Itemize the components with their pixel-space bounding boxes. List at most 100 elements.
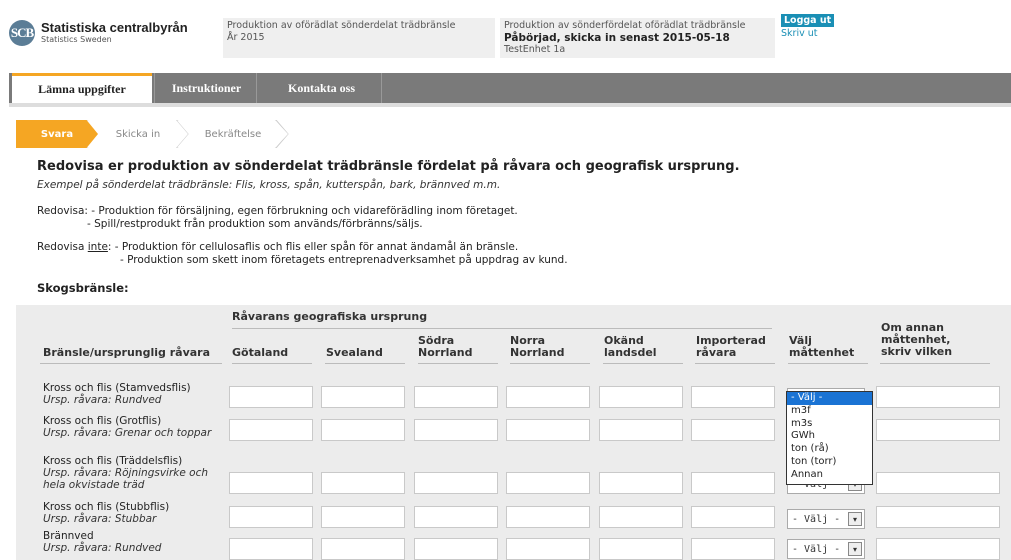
input-traddelsflis-okand[interactable] (599, 472, 683, 494)
input-grotflis-svealand[interactable] (321, 419, 405, 441)
row-sub: Ursp. råvara: Grenar och toppar (43, 427, 212, 439)
input-stubbflis-sodra-norrland[interactable] (414, 506, 498, 528)
org-name: Statistiska centralbyrån (41, 20, 188, 35)
section-title: Skogsbränsle: (37, 281, 129, 295)
input-traddelsflis-sodra-norrland[interactable] (414, 472, 498, 494)
dropdown-option-gwh[interactable]: GWh (787, 430, 872, 443)
header-underline (325, 363, 405, 364)
logout-button[interactable]: Logga ut (781, 14, 835, 27)
inte-prefix: Redovisa (37, 241, 88, 253)
col-header-annan: Om annan måttenhet, skriv vilken (881, 321, 953, 358)
col-header-valj-mattenhet: Välj måttenhet (789, 334, 855, 359)
header-underline (788, 363, 868, 364)
instructions: Redovisa er produktion av sönderdelat tr… (37, 159, 997, 295)
row-label-grotflis: Kross och flis (Grotflis) Ursp. råvara: … (43, 415, 223, 439)
input-stubbflis-svealand[interactable] (321, 506, 405, 528)
redovisa-line-2: - Spill/restprodukt från produktion som … (87, 218, 423, 230)
status-info-box: Produktion av sönderfördelat oförädlat t… (500, 18, 775, 58)
nav-underline (9, 103, 1011, 107)
unit-dropdown-list: - Välj - m3f m3s GWh ton (rå) ton (torr)… (786, 391, 873, 485)
group-underline (232, 328, 772, 329)
scb-logo-mark: SCB (9, 20, 35, 46)
chevron-down-icon[interactable]: ▾ (848, 542, 862, 556)
input-stamvedsflis-svealand[interactable] (321, 386, 405, 408)
dropdown-option-m3s[interactable]: m3s (787, 418, 872, 431)
row-name: Kross och flis (Grotflis) (43, 415, 162, 427)
select-value: - Välj - (792, 543, 841, 555)
tab-lamna-uppgifter[interactable]: Lämna uppgifter (12, 73, 152, 103)
input-brannved-annan[interactable] (876, 538, 1000, 560)
nav-divider (154, 73, 155, 103)
input-stamvedsflis-gotaland[interactable] (229, 386, 313, 408)
print-link[interactable]: Skriv ut (781, 28, 817, 39)
header-underline (418, 363, 498, 364)
unit-select-stubbflis[interactable]: - Välj - ▾ (787, 509, 865, 529)
chevron-down-icon[interactable]: ▾ (848, 512, 862, 526)
input-stamvedsflis-sodra-norrland[interactable] (414, 386, 498, 408)
input-stubbflis-gotaland[interactable] (229, 506, 313, 528)
input-grotflis-importerad[interactable] (691, 419, 775, 441)
col-header-gotaland: Götaland (232, 346, 289, 359)
input-brannved-sodra-norrland[interactable] (414, 538, 498, 560)
row-sub: Ursp. råvara: Rundved (43, 542, 162, 554)
input-traddelsflis-importerad[interactable] (691, 472, 775, 494)
dropdown-option-ton-torr[interactable]: ton (torr) (787, 456, 872, 469)
row-sub: Ursp. råvara: Rundved (43, 394, 162, 406)
group-header: Råvarans geografiska ursprung (232, 310, 428, 323)
input-traddelsflis-annan[interactable] (876, 472, 1000, 494)
tab-kontakta-oss[interactable]: Kontakta oss (262, 73, 382, 103)
redovisa-inte-block: Redovisa inte: - Produktion för cellulos… (37, 241, 997, 267)
input-brannved-gotaland[interactable] (229, 538, 313, 560)
redovisa-line-1: - Produktion för försäljning, egen förbr… (91, 205, 518, 217)
row-name: Kross och flis (Träddelsflis) (43, 455, 183, 467)
dropdown-option-valj[interactable]: - Välj - (787, 392, 872, 405)
dropdown-option-ton-ra[interactable]: ton (rå) (787, 443, 872, 456)
select-value: - Välj - (792, 513, 841, 525)
survey-year: År 2015 (227, 32, 265, 43)
input-stamvedsflis-importerad[interactable] (691, 386, 775, 408)
row-label-stamvedsflis: Kross och flis (Stamvedsflis) Ursp. råva… (43, 382, 223, 406)
input-stubbflis-norra-norrland[interactable] (506, 506, 590, 528)
unit-name: TestEnhet 1a (504, 44, 566, 55)
input-brannved-norra-norrland[interactable] (506, 538, 590, 560)
input-grotflis-norra-norrland[interactable] (506, 419, 590, 441)
row-sub: Ursp. råvara: Röjningsvirke och hela okv… (43, 467, 209, 491)
input-grotflis-okand[interactable] (599, 419, 683, 441)
col-header-label: Bränsle/ursprunglig råvara (43, 346, 211, 359)
input-stubbflis-okand[interactable] (599, 506, 683, 528)
survey-info-box: Produktion av oförädlat sönderdelat träd… (223, 18, 495, 58)
unit-select-brannved[interactable]: - Välj - ▾ (787, 539, 865, 559)
redovisa-block: Redovisa: - Produktion för försäljning, … (37, 205, 997, 231)
input-traddelsflis-svealand[interactable] (321, 472, 405, 494)
input-stamvedsflis-annan[interactable] (876, 386, 1000, 408)
inte-line-2: - Produktion som skett inom företagets e… (120, 254, 568, 266)
input-stubbflis-annan[interactable] (876, 506, 1000, 528)
input-brannved-okand[interactable] (599, 538, 683, 560)
input-grotflis-annan[interactable] (876, 419, 1000, 441)
dropdown-option-m3f[interactable]: m3f (787, 405, 872, 418)
dropdown-option-annan[interactable]: Annan (787, 469, 872, 482)
scb-logo: SCB Statistiska centralbyrån Statistics … (9, 20, 188, 46)
col-header-okand-landsdel: Okänd landsdel (604, 334, 657, 359)
input-traddelsflis-gotaland[interactable] (229, 472, 313, 494)
col-header-sodra-norrland: Södra Norrland (418, 334, 473, 359)
inte-word: inte (87, 241, 108, 253)
input-brannved-importerad[interactable] (691, 538, 775, 560)
input-brannved-svealand[interactable] (321, 538, 405, 560)
input-grotflis-sodra-norrland[interactable] (414, 419, 498, 441)
example-text: Exempel på sönderdelat trädbränsle: Flis… (37, 179, 501, 191)
col-header-norra-norrland: Norra Norrland (510, 334, 565, 359)
input-stamvedsflis-norra-norrland[interactable] (506, 386, 590, 408)
inte-line-1: : - Produktion för cellulosaflis och fli… (107, 241, 519, 253)
step-bekraftelse: Bekräftelse (178, 120, 288, 148)
survey-name: Produktion av oförädlat sönderdelat träd… (227, 20, 456, 31)
input-stubbflis-importerad[interactable] (691, 506, 775, 528)
row-label-brannved: Brännved Ursp. råvara: Rundved (43, 530, 223, 554)
page-title: Redovisa er produktion av sönderdelat tr… (37, 159, 740, 174)
input-stamvedsflis-okand[interactable] (599, 386, 683, 408)
input-grotflis-gotaland[interactable] (229, 419, 313, 441)
col-header-importerad: Importerad råvara (696, 334, 766, 359)
col-header-svealand: Svealand (326, 346, 383, 359)
tab-instruktioner[interactable]: Instruktioner (157, 73, 257, 103)
input-traddelsflis-norra-norrland[interactable] (506, 472, 590, 494)
